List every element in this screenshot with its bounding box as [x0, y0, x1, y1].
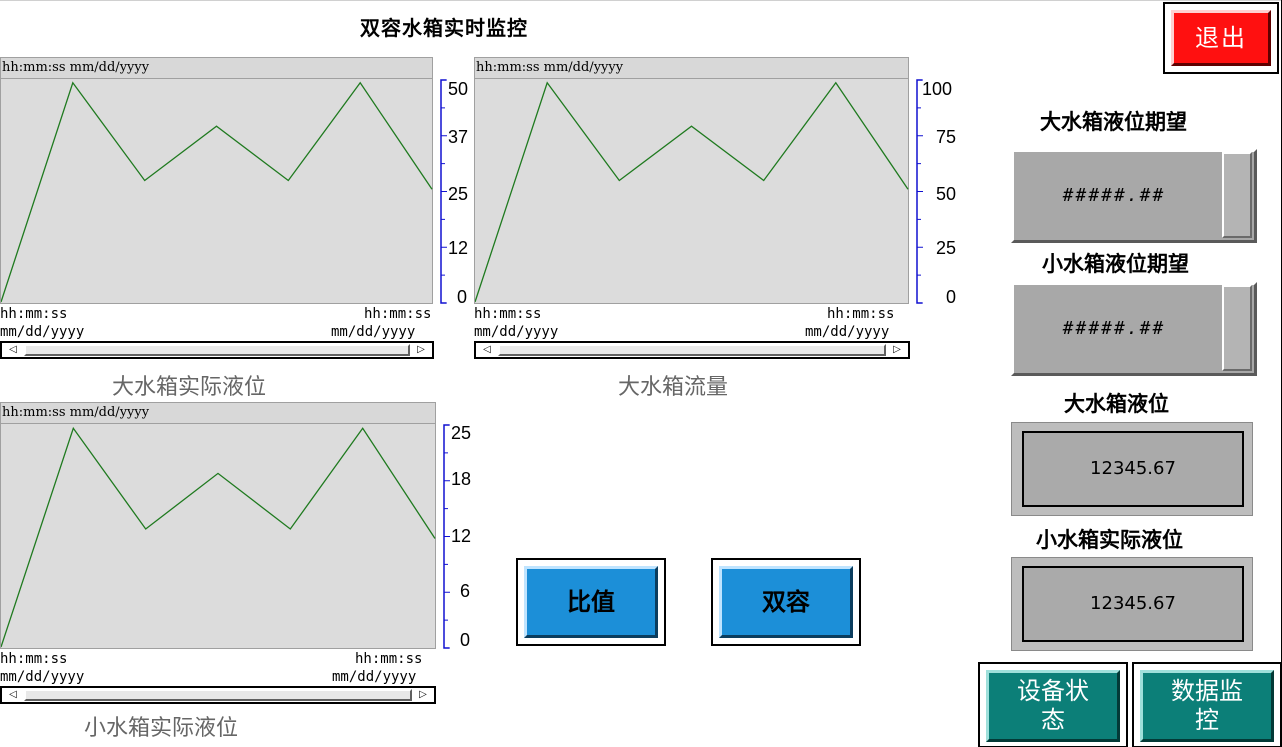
x-end-time: hh:mm:ss: [364, 306, 432, 322]
y-tick: 25: [448, 184, 469, 204]
top-border: [0, 0, 1282, 1]
small-tank-setpoint-label: 小水箱液位期望: [1042, 252, 1189, 276]
x-start-time: hh:mm:ss: [0, 306, 68, 322]
small-tank-setpoint-input[interactable]: #####.##: [1011, 282, 1257, 376]
trend-scrollbar[interactable]: ◁ ▷: [474, 341, 910, 359]
scroll-right-icon[interactable]: ▷: [412, 343, 430, 357]
page-title: 双容水箱实时监控: [360, 16, 528, 40]
data-monitor-button-face: 数据监 控: [1140, 670, 1274, 742]
small-tank-setpoint-value: #####.##: [1062, 318, 1166, 339]
scroll-right-icon[interactable]: ▷: [888, 343, 906, 357]
y-tick: 50: [936, 184, 957, 204]
scroll-thumb[interactable]: [24, 344, 410, 356]
big-tank-setpoint-label: 大水箱液位期望: [1040, 110, 1187, 134]
ratio-button[interactable]: 比值: [516, 558, 666, 646]
trend-header: hh:mm:ss mm/dd/yyyy: [474, 57, 909, 79]
x-end-time: hh:mm:ss: [827, 306, 895, 322]
x-start-time: hh:mm:ss: [474, 306, 542, 322]
y-tick: 18: [451, 469, 472, 489]
device-status-label-line2: 态: [1041, 706, 1065, 734]
trend-caption: 大水箱流量: [618, 375, 729, 400]
device-status-button[interactable]: 设备状 态: [978, 662, 1128, 747]
y-tick: 12: [448, 238, 469, 258]
data-monitor-button[interactable]: 数据监 控: [1132, 662, 1282, 747]
trend-caption: 小水箱实际液位: [84, 716, 239, 741]
x-end-date: mm/dd/yyyy: [331, 324, 416, 340]
trend-big-tank-flow: hh:mm:ss mm/dd/yyyy 100 75 50 25 0 hh:mm…: [474, 57, 974, 400]
big-tank-level-value: 12345.67: [1022, 431, 1244, 507]
device-status-button-face: 设备状 态: [986, 670, 1120, 742]
data-monitor-label-line1: 数据监: [1171, 677, 1243, 705]
small-tank-level-display: 12345.67: [1011, 557, 1253, 651]
trend-series-line: [475, 81, 909, 303]
device-status-label-line1: 设备状: [1017, 677, 1089, 705]
x-start-date: mm/dd/yyyy: [0, 324, 85, 340]
scroll-thumb[interactable]: [24, 689, 412, 701]
x-end-time: hh:mm:ss: [355, 651, 423, 667]
exit-button[interactable]: 退出: [1163, 2, 1279, 74]
y-tick: 12: [451, 526, 472, 546]
trend-big-tank-level: hh:mm:ss mm/dd/yyyy 50 37 25 12 0 hh:mm:…: [0, 57, 468, 400]
y-tick: 75: [936, 127, 957, 147]
trend-plot-area: [474, 79, 909, 304]
y-tick: 0: [457, 287, 468, 307]
x-end-date: mm/dd/yyyy: [805, 324, 890, 340]
exit-button-label: 退出: [1171, 10, 1271, 66]
x-end-date: mm/dd/yyyy: [332, 669, 417, 685]
trend-series-line: [1, 81, 433, 303]
x-start-date: mm/dd/yyyy: [0, 669, 85, 685]
small-tank-level-label: 小水箱实际液位: [1036, 528, 1183, 552]
data-monitor-label-line2: 控: [1195, 706, 1219, 734]
dual-tank-button[interactable]: 双容: [711, 558, 861, 646]
scroll-thumb[interactable]: [498, 344, 886, 356]
big-tank-level-label: 大水箱液位: [1064, 392, 1169, 416]
big-tank-level-display: 12345.67: [1011, 422, 1253, 516]
scroll-right-icon[interactable]: ▷: [414, 688, 432, 702]
y-tick: 25: [451, 423, 472, 443]
x-start-time: hh:mm:ss: [0, 651, 68, 667]
y-tick: 50: [448, 79, 469, 99]
trend-plot-area: [0, 79, 433, 304]
scroll-left-icon[interactable]: ◁: [4, 688, 22, 702]
trend-line-chart: [1, 426, 436, 648]
trend-series-line: [1, 426, 436, 648]
y-tick: 0: [460, 630, 471, 650]
input-side-button[interactable]: [1222, 285, 1252, 371]
input-side-button[interactable]: [1222, 152, 1252, 238]
trend-scrollbar[interactable]: ◁ ▷: [0, 341, 434, 359]
big-tank-setpoint-value: #####.##: [1062, 185, 1166, 206]
y-tick: 37: [448, 127, 469, 147]
trend-line-chart: [1, 81, 433, 303]
y-axis: [916, 79, 923, 304]
scroll-left-icon[interactable]: ◁: [4, 343, 22, 357]
y-tick: 6: [460, 581, 471, 601]
y-tick: 25: [936, 238, 957, 258]
y-tick: 100: [922, 79, 953, 99]
x-start-date: mm/dd/yyyy: [474, 324, 559, 340]
big-tank-setpoint-input[interactable]: #####.##: [1011, 149, 1257, 243]
scroll-left-icon[interactable]: ◁: [478, 343, 496, 357]
trend-line-chart: [475, 81, 909, 303]
dual-tank-button-label: 双容: [719, 566, 853, 638]
trend-header: hh:mm:ss mm/dd/yyyy: [0, 402, 436, 424]
trend-scrollbar[interactable]: ◁ ▷: [0, 686, 436, 704]
trend-plot-area: [0, 424, 436, 649]
trend-small-tank-level: hh:mm:ss mm/dd/yyyy 25 18 12 6 0 hh:mm:s…: [0, 402, 480, 742]
trend-caption: 大水箱实际液位: [112, 375, 267, 400]
y-tick: 0: [946, 287, 957, 307]
ratio-button-label: 比值: [524, 566, 658, 638]
small-tank-level-value: 12345.67: [1022, 566, 1244, 642]
trend-header: hh:mm:ss mm/dd/yyyy: [0, 57, 433, 79]
